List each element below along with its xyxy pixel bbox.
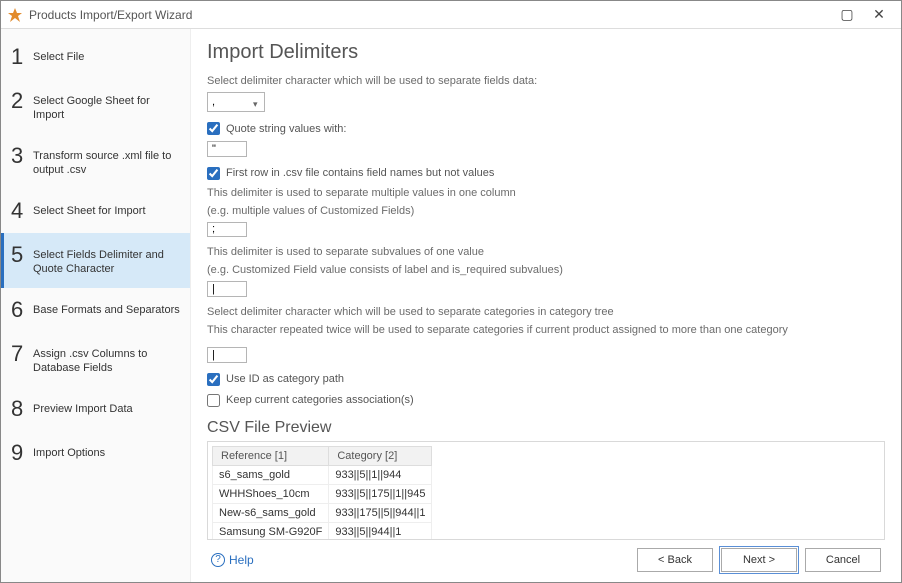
cat-delim-label2: This character repeated twice will be us…: [207, 323, 885, 337]
multi-delim-label2: (e.g. multiple values of Customized Fiel…: [207, 204, 885, 218]
chevron-down-icon: ▾: [247, 99, 258, 110]
preview-table: Reference [1] Category [2] s6_sams_gold9…: [212, 446, 432, 540]
table-row: WHHShoes_10cm933||5||175||1||945: [213, 484, 432, 503]
step-transform-xml[interactable]: 3 Transform source .xml file to output .…: [1, 134, 190, 189]
first-row-check[interactable]: First row in .csv file contains field na…: [207, 167, 885, 180]
quote-check[interactable]: Quote string values with:: [207, 122, 885, 135]
close-button[interactable]: ✕: [863, 6, 895, 23]
main-panel: Import Delimiters Select delimiter chara…: [191, 29, 901, 582]
multi-delim-label1: This delimiter is used to separate multi…: [207, 186, 885, 200]
app-icon: [7, 7, 23, 23]
footer-bar: ? Help < Back Next > Cancel: [207, 540, 885, 576]
cancel-button[interactable]: Cancel: [805, 548, 881, 572]
quote-check-input[interactable]: [207, 122, 220, 135]
help-icon: ?: [211, 553, 225, 567]
cat-delim-label1: Select delimiter character which will be…: [207, 305, 885, 319]
table-row: s6_sams_gold933||5||1||944: [213, 465, 432, 484]
quote-char-input[interactable]: [207, 141, 247, 157]
subvalue-delim-input[interactable]: [207, 281, 247, 297]
multi-delim-input[interactable]: [207, 222, 247, 238]
page-title: Import Delimiters: [207, 41, 885, 64]
step-preview-data[interactable]: 8 Preview Import Data: [1, 387, 190, 431]
titlebar: Products Import/Export Wizard ▢ ✕: [1, 1, 901, 29]
step-google-sheet[interactable]: 2 Select Google Sheet for Import: [1, 79, 190, 134]
field-delim-label: Select delimiter character which will be…: [207, 74, 885, 88]
step-select-file[interactable]: 1 Select File: [1, 35, 190, 79]
col-reference[interactable]: Reference [1]: [213, 446, 329, 465]
step-import-options[interactable]: 9 Import Options: [1, 431, 190, 475]
preview-heading: CSV File Preview: [207, 419, 885, 437]
keep-cat-check[interactable]: Keep current categories association(s): [207, 394, 885, 407]
col-category[interactable]: Category [2]: [329, 446, 432, 465]
window-title: Products Import/Export Wizard: [29, 8, 831, 22]
keep-cat-check-input[interactable]: [207, 394, 220, 407]
maximize-button[interactable]: ▢: [831, 6, 863, 23]
table-row: Samsung SM-G920F933||5||944||1: [213, 522, 432, 540]
preview-panel: Reference [1] Category [2] s6_sams_gold9…: [207, 441, 885, 540]
help-link[interactable]: ? Help: [211, 553, 254, 567]
table-row: New-s6_sams_gold933||175||5||944||1: [213, 503, 432, 522]
first-row-check-input[interactable]: [207, 167, 220, 180]
use-id-check-input[interactable]: [207, 373, 220, 386]
step-assign-columns[interactable]: 7 Assign .csv Columns to Database Fields: [1, 332, 190, 387]
next-button[interactable]: Next >: [721, 548, 797, 572]
step-delimiter-quote[interactable]: 5 Select Fields Delimiter and Quote Char…: [1, 233, 190, 288]
use-id-check[interactable]: Use ID as category path: [207, 373, 885, 386]
wizard-steps-sidebar: 1 Select File 2 Select Google Sheet for …: [1, 29, 191, 582]
subvalue-delim-label1: This delimiter is used to separate subva…: [207, 245, 885, 259]
step-select-sheet[interactable]: 4 Select Sheet for Import: [1, 189, 190, 233]
cat-delim-input[interactable]: [207, 347, 247, 363]
step-base-formats[interactable]: 6 Base Formats and Separators: [1, 288, 190, 332]
subvalue-delim-label2: (e.g. Customized Field value consists of…: [207, 263, 885, 277]
back-button[interactable]: < Back: [637, 548, 713, 572]
